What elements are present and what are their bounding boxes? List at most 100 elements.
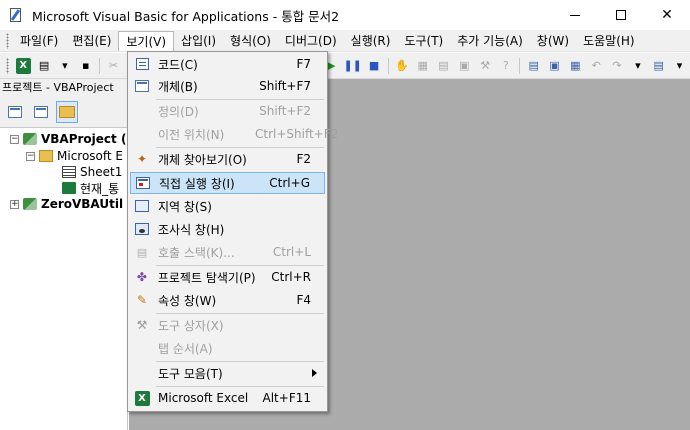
- tree-node-thisworkbook[interactable]: 현재_통: [62, 180, 119, 196]
- standard-toolbar: X ▤ ▾ ▪ ✂ ▶ ❚❚ ■ ✋ ▦ ▤ ▣ ⚒ ? ▤ ▣ ▦ ↶ ↷ ▾…: [0, 53, 690, 79]
- watch-toolbar-icon[interactable]: ▦: [568, 58, 583, 74]
- menu-help[interactable]: 도움말(H): [576, 31, 642, 51]
- menu-insert[interactable]: 삽입(I): [174, 31, 223, 51]
- help-toolbar-icon[interactable]: ?: [499, 58, 514, 74]
- minimize-button[interactable]: [552, 0, 598, 30]
- code-window-toolbar-icon[interactable]: ▤: [526, 58, 541, 74]
- dropdown-arrow-icon[interactable]: ▾: [57, 58, 72, 74]
- title-bar: Microsoft Visual Basic for Applications …: [0, 0, 690, 30]
- tree-node-sheet1[interactable]: Sheet1: [62, 164, 122, 180]
- menu-file[interactable]: 파일(F): [13, 31, 65, 51]
- toolbar-overflow-icon[interactable]: ▾: [630, 58, 645, 74]
- view-object-button[interactable]: [30, 101, 52, 123]
- view-excel-icon[interactable]: X: [15, 57, 31, 74]
- tree-node-label: ZeroVBAUtil: [41, 197, 124, 211]
- immediate-toolbar-icon[interactable]: ▣: [547, 58, 562, 74]
- excel-icon: X: [134, 390, 150, 406]
- view-menu-microsoft-excel[interactable]: X Microsoft Excel Alt+F11: [130, 387, 325, 409]
- view-object-icon: [34, 105, 48, 118]
- workbook-icon: [62, 182, 76, 194]
- maximize-icon: [616, 10, 626, 20]
- tree-node-excel-objects[interactable]: − Microsoft E: [26, 148, 123, 164]
- vba-project-icon: [23, 198, 37, 210]
- close-button[interactable]: ✕: [644, 0, 690, 30]
- view-menu-toolbars[interactable]: 도구 모음(T): [130, 362, 325, 384]
- object-window-icon: [135, 80, 149, 92]
- project-explorer-icon: ✤: [136, 270, 147, 284]
- insert-userform-icon[interactable]: ▤: [37, 58, 52, 74]
- watch-window-icon: [135, 223, 149, 235]
- menu-view[interactable]: 보기(V): [118, 30, 175, 51]
- view-menu-properties-window[interactable]: ✎ 속성 창(W) F4: [130, 289, 325, 311]
- view-menu-toolbox[interactable]: ⚒ 도구 상자(X): [130, 314, 325, 336]
- maximize-button[interactable]: [598, 0, 644, 30]
- view-menu-last-position[interactable]: 이전 위치(N) Ctrl+Shift+F2: [130, 123, 338, 145]
- project-explorer-toolbar-icon[interactable]: ▦: [415, 58, 430, 74]
- project-pane-title: 프로젝트 - VBAProject: [0, 79, 128, 96]
- toggle-folders-button[interactable]: [56, 100, 78, 123]
- view-menu-dropdown: 코드(C) F7 개체(B) Shift+F7 정의(D) Shift+F2 이…: [127, 51, 338, 412]
- view-menu-code[interactable]: 코드(C) F7: [130, 53, 325, 75]
- collapse-icon[interactable]: −: [26, 151, 35, 161]
- redo-icon[interactable]: ↷: [610, 58, 625, 74]
- tree-node-label: VBAProject (: [41, 132, 127, 146]
- view-menu-watch-window[interactable]: 조사식 창(H): [130, 218, 325, 240]
- edit-toolbar-icon[interactable]: ▤: [651, 58, 666, 74]
- window-title: Microsoft Visual Basic for Applications …: [32, 8, 340, 24]
- toolbar-separator: [99, 57, 101, 74]
- toolbar-separator: [519, 57, 521, 74]
- tree-node-vbaproject[interactable]: − VBAProject (: [10, 131, 126, 147]
- properties-toolbar-icon[interactable]: ▤: [436, 58, 451, 74]
- menu-window[interactable]: 창(W): [530, 31, 576, 51]
- view-menu-object[interactable]: 개체(B) Shift+F7: [130, 75, 325, 97]
- menu-tools[interactable]: 도구(T): [397, 31, 450, 51]
- immediate-window-icon: [136, 177, 150, 189]
- menu-debug[interactable]: 디버그(D): [278, 31, 344, 51]
- view-menu-object-browser[interactable]: ✦ 개체 찾아보기(O) F2: [130, 148, 325, 170]
- reset-icon[interactable]: ■: [367, 58, 382, 74]
- cut-icon[interactable]: ✂: [106, 58, 121, 74]
- view-code-button[interactable]: [4, 101, 26, 123]
- break-icon[interactable]: ❚❚: [343, 58, 361, 74]
- worksheet-icon: [62, 166, 76, 178]
- view-menu-immediate-window[interactable]: 직접 실행 창(I) Ctrl+G: [130, 172, 325, 194]
- call-stack-icon: ▤: [136, 245, 148, 259]
- submenu-arrow-icon: [312, 369, 317, 377]
- tree-node-label: 현재_통: [80, 181, 120, 196]
- project-pane-toolbar: [0, 96, 128, 128]
- view-code-icon: [8, 105, 22, 118]
- save-icon[interactable]: ▪: [78, 58, 93, 74]
- view-menu-project-explorer[interactable]: ✤ 프로젝트 탐색기(P) Ctrl+R: [130, 266, 325, 288]
- menubar-grip[interactable]: [6, 32, 9, 49]
- menu-addins[interactable]: 추가 기능(A): [450, 31, 530, 51]
- collapse-icon[interactable]: −: [10, 134, 19, 144]
- view-menu-tab-order[interactable]: 탭 순서(A): [130, 337, 325, 359]
- view-menu-locals-window[interactable]: 지역 창(S): [130, 195, 325, 217]
- toolbox-toolbar-icon[interactable]: ⚒: [478, 58, 493, 74]
- tree-node-label: Microsoft E: [57, 149, 124, 163]
- expand-icon[interactable]: +: [10, 199, 19, 209]
- menu-run[interactable]: 실행(R): [344, 31, 398, 51]
- toolbox-icon: ⚒: [136, 318, 148, 332]
- tree-node-label: Sheet1: [80, 165, 123, 179]
- toolbar-grip[interactable]: [6, 57, 9, 74]
- view-menu-definition[interactable]: 정의(D) Shift+F2: [130, 100, 325, 122]
- tree-node-zerovbautil[interactable]: + ZeroVBAUtil: [10, 196, 123, 212]
- object-browser-toolbar-icon[interactable]: ▣: [457, 58, 472, 74]
- code-window-icon: [135, 58, 149, 70]
- close-icon: ✕: [661, 7, 673, 23]
- undo-icon[interactable]: ↶: [589, 58, 604, 74]
- toolbar-overflow-icon[interactable]: ▾: [672, 58, 687, 74]
- view-menu-call-stack[interactable]: ▤ 호출 스택(K)... Ctrl+L: [130, 241, 325, 263]
- project-tree: − VBAProject ( − Microsoft E Sheet1 현재_통…: [0, 128, 128, 430]
- vba-app-icon: [8, 7, 24, 23]
- folder-icon: [39, 150, 53, 162]
- vba-project-icon: [23, 133, 37, 145]
- menu-edit[interactable]: 편집(E): [65, 31, 118, 51]
- locals-window-icon: [135, 200, 149, 212]
- design-mode-icon[interactable]: ✋: [394, 58, 409, 74]
- toolbar-separator: [387, 57, 389, 74]
- menu-format[interactable]: 형식(O): [223, 31, 278, 51]
- minimize-icon: [570, 14, 580, 16]
- menu-bar: 파일(F) 편집(E) 보기(V) 삽입(I) 형식(O) 디버그(D) 실행(…: [0, 30, 690, 52]
